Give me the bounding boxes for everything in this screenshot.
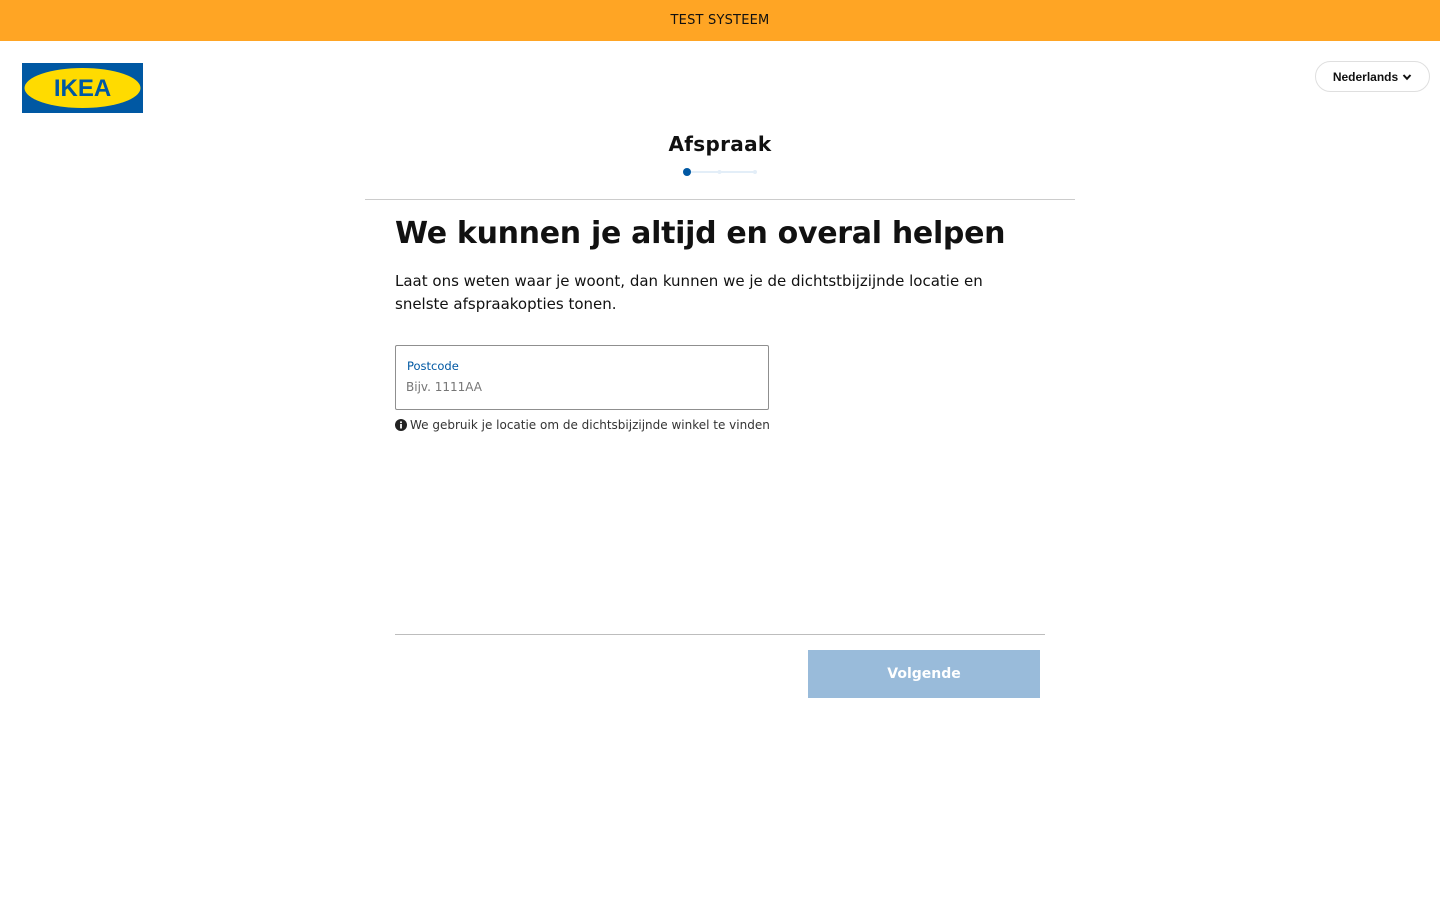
step-dot-active — [683, 168, 691, 176]
intro-text: Laat ons weten waar je woont, dan kunnen… — [395, 272, 983, 313]
postcode-label: Postcode — [407, 359, 459, 373]
progress-stepper — [683, 168, 757, 176]
next-button[interactable]: Volgende — [808, 650, 1040, 698]
step-dot — [717, 170, 722, 174]
postcode-input[interactable] — [406, 377, 756, 397]
main-headline: We kunnen je altijd en overal helpen — [395, 216, 1006, 251]
ikea-logo[interactable]: IKEA — [22, 63, 143, 113]
info-icon — [395, 419, 407, 431]
language-selector-button[interactable]: Nederlands — [1315, 61, 1430, 92]
postcode-field[interactable]: Postcode — [395, 345, 769, 410]
test-system-banner: TEST SYSTEEM — [0, 0, 1440, 41]
language-label: Nederlands — [1332, 69, 1399, 84]
location-hint: We gebruik je locatie om de dichtsbijzij… — [395, 417, 770, 433]
step-dot — [753, 170, 757, 174]
chevron-down-icon — [1402, 73, 1412, 80]
logo-text: IKEA — [54, 75, 111, 102]
footer-divider — [395, 634, 1045, 635]
hint-text: We gebruik je locatie om de dichtsbijzij… — [410, 418, 770, 432]
header-divider — [365, 199, 1075, 200]
page-title: Afspraak — [668, 132, 772, 156]
banner-text: TEST SYSTEEM — [670, 13, 770, 28]
